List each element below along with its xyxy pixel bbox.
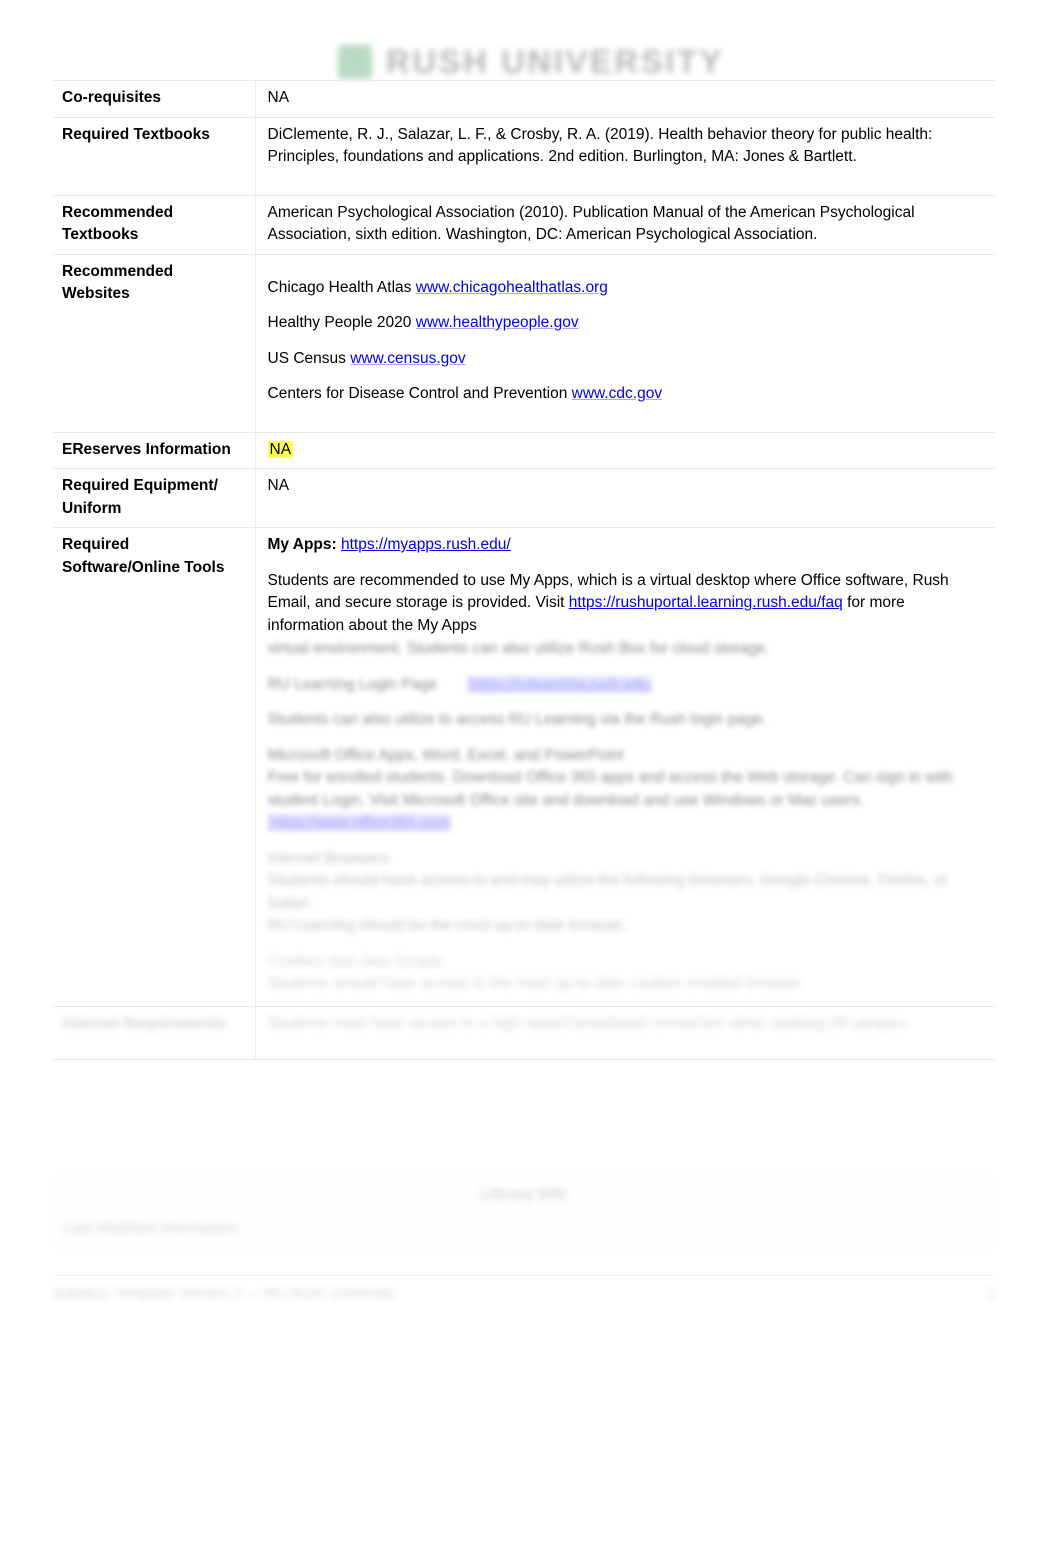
logo-mark-icon [337,45,372,79]
website-entry: Centers for Disease Control and Preventi… [268,383,986,406]
footer-left-text: Syllabus Template Version 2 — RU Rush Un… [53,1285,396,1302]
table-row: Required Equipment/ Uniform NA [53,468,995,528]
library-info-band: Library Info Last Modified Information [53,1178,995,1246]
myapps-line: My Apps: https://myapps.rush.edu/ [268,534,986,557]
row-label-internet-requirements: Internet Requirements [53,1005,256,1060]
website-link[interactable]: www.healthypeople.gov [416,314,579,331]
obscured-block-2-title: Microsoft Office Apps, Word, Excel, and … [267,746,624,764]
row-value-required-textbooks: DiClemente, R. J., Salazar, L. F., & Cro… [255,116,995,196]
syllabus-details-table: Co-requisites NA Required Textbooks DiCl… [53,80,995,1060]
row-value-required-software: My Apps: https://myapps.rush.edu/ Studen… [255,527,995,1007]
obscured-login-link[interactable]: https://rulearning.rush.edu [467,675,652,693]
obscured-block-4-title: Cookies and Java Scripts [267,952,443,970]
university-logo: RUSH UNIVERSITY [337,43,725,81]
obscured-block-2-link[interactable]: https://www.office365.com [267,814,452,831]
highlighted-value: NA [267,440,294,458]
row-value-corequisites: NA [255,80,995,118]
row-value-recommended-websites: Chicago Health Atlas www.chicagohealthat… [255,253,995,433]
myapps-link[interactable]: https://myapps.rush.edu/ [341,536,511,553]
obscured-block-3-body: Students should have access to and may u… [267,872,949,912]
table-row: Required Textbooks DiClemente, R. J., Sa… [53,116,995,196]
row-label-required-textbooks: Required Textbooks [53,116,256,196]
obscured-block-3-title: Internet Browsers [267,849,389,867]
table-row: Internet Requirements Students must have… [53,1005,995,1060]
row-label-ereserves: EReserves Information [53,431,256,469]
obscured-block-4-body: Students should have access to the most … [267,975,805,992]
logo-wordmark: RUSH UNIVERSITY [385,43,725,80]
row-value-ereserves: NA [255,431,995,469]
obscured-login-line: RU Learning Login Page https://rulearnin… [268,674,986,697]
faq-link[interactable]: https://rushuportal.learning.rush.edu/fa… [569,594,843,611]
website-entry: Healthy People 2020 www.healthypeople.go… [268,312,986,335]
website-name: Healthy People 2020 [267,314,412,331]
row-label-recommended-textbooks: Recommended Textbooks [53,194,256,255]
row-value-internet-requirements: Students must have access to a high-spee… [255,1005,995,1060]
website-link[interactable]: www.census.gov [350,350,465,367]
website-entry: Chicago Health Atlas www.chicagohealthat… [268,277,986,300]
obscured-login-label: RU Learning Login Page [267,675,438,693]
obscured-line-1: virtual environment. Students can also u… [267,640,770,657]
website-name: US Census [267,349,346,367]
row-label-required-equipment: Required Equipment/ Uniform [53,468,256,528]
website-entry: US Census www.census.gov [268,348,986,371]
table-row: Recommended Websites Chicago Health Atla… [53,253,995,433]
obscured-block-3-note: RU Learning should be the most up-to-dat… [267,917,628,934]
obscured-block-2-body: Free for enrolled students. Download Off… [267,767,986,835]
document-page: RUSH UNIVERSITY Co-requisites NA Require… [0,0,1062,1556]
row-value-required-equipment: NA [255,468,995,528]
band-title: Library Info [53,1178,995,1212]
row-label-corequisites: Co-requisites [53,80,256,118]
table-row: EReserves Information NA [53,431,995,469]
website-link[interactable]: www.cdc.gov [572,385,662,402]
website-link[interactable]: www.chicagohealthatlas.org [416,279,608,296]
website-name: Chicago Health Atlas [267,278,412,296]
website-name: Centers for Disease Control and Preventi… [267,385,568,402]
obscured-line-3: Students can also utilize to access RU L… [267,711,767,728]
footer-page-number: 1 [986,1285,995,1302]
table-row: Recommended Textbooks American Psycholog… [53,194,995,255]
row-value-recommended-textbooks: American Psychological Association (2010… [255,194,995,255]
myapps-paragraph: Students are recommended to use My Apps,… [268,570,986,638]
page-footer: Syllabus Template Version 2 — RU Rush Un… [53,1275,995,1302]
band-subtitle: Last Modified Information [53,1212,995,1246]
myapps-label: My Apps: [267,536,337,553]
row-label-required-software: Required Software/Online Tools [53,527,256,1007]
obscured-block-2-text: Free for enrolled students. Download Off… [267,769,953,809]
table-row: Co-requisites NA [53,80,995,118]
row-label-recommended-websites: Recommended Websites [53,253,256,433]
table-row: Required Software/Online Tools My Apps: … [53,527,995,1007]
